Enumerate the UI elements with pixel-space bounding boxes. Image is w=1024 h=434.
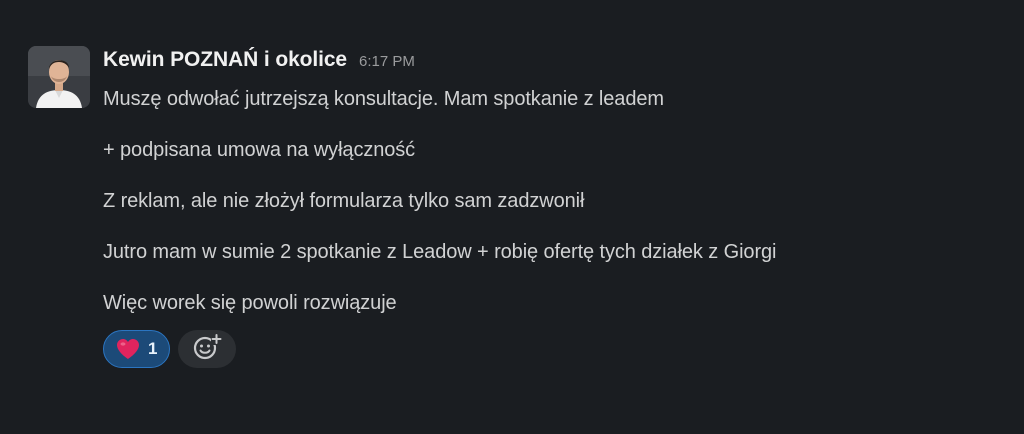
red-heart-icon	[116, 338, 140, 360]
message-line: Muszę odwołać jutrzejszą konsultacje. Ma…	[103, 88, 664, 110]
message-line: + podpisana umowa na wyłączność	[103, 139, 416, 161]
message-text: Muszę odwołać jutrzejszą konsultacje. Ma…	[103, 87, 983, 315]
user-photo-avatar-icon	[28, 46, 90, 108]
add-emoji-icon	[192, 333, 223, 366]
message-line: Więc worek się powoli rozwiązuje	[103, 292, 397, 314]
message-line: Z reklam, ale nie złożył formularza tylk…	[103, 190, 585, 212]
add-reaction-button[interactable]	[178, 330, 237, 368]
reactions-bar: 1	[103, 330, 237, 368]
message-timestamp[interactable]: 6:17 PM	[359, 53, 415, 70]
author-name[interactable]: Kewin POZNAŃ i okolice	[103, 48, 347, 72]
message-line: Jutro mam w sumie 2 spotkanie z Leadow +…	[103, 241, 777, 263]
message-header: Kewin POZNAŃ i okolice 6:17 PM	[103, 46, 983, 80]
reaction-count: 1	[148, 339, 158, 358]
avatar[interactable]	[28, 46, 90, 108]
message-body: Kewin POZNAŃ i okolice 6:17 PM Muszę odw…	[103, 46, 983, 368]
reaction-heart-button[interactable]: 1	[103, 330, 171, 368]
